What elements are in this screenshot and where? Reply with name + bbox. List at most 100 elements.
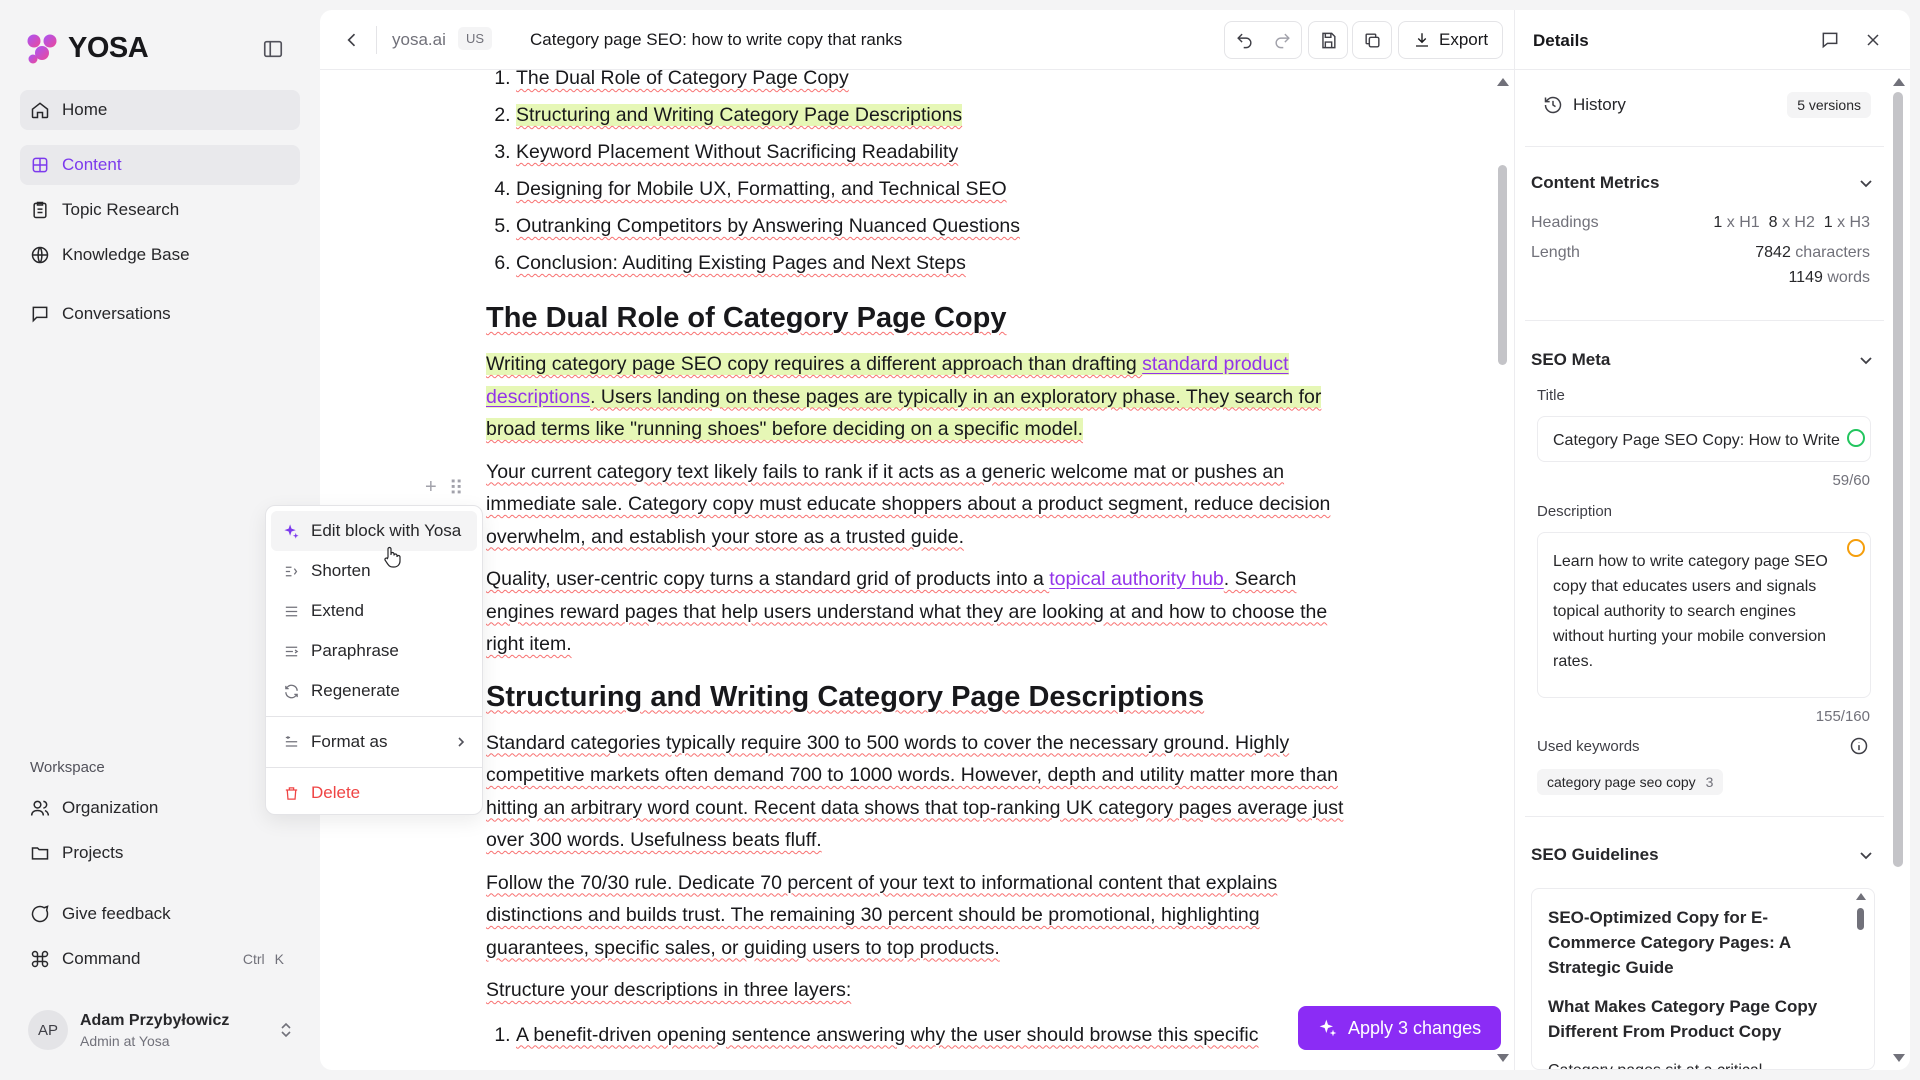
paragraph[interactable]: Quality, user-centric copy turns a stand…: [486, 563, 1346, 661]
undo-icon: [1236, 33, 1251, 48]
headings-label: Headings: [1531, 214, 1599, 231]
nav-label: Organization: [62, 798, 159, 817]
menu-item-extend[interactable]: Extend: [271, 591, 477, 631]
scroll-down-arrow[interactable]: [1497, 1054, 1509, 1062]
toc-item[interactable]: Keyword Placement Without Sacrificing Re…: [516, 134, 1346, 171]
nav-label: Give feedback: [62, 904, 171, 923]
guidelines-scrollbar-thumb[interactable]: [1857, 908, 1864, 930]
paragraph-highlighted[interactable]: Writing category page SEO copy requires …: [486, 348, 1346, 446]
back-button[interactable]: [342, 30, 362, 50]
menu-item-shorten[interactable]: Shorten: [271, 551, 477, 591]
nav-label: Home: [62, 100, 108, 119]
details-scroll-up-arrow[interactable]: [1893, 78, 1905, 86]
save-group: [1308, 21, 1348, 59]
scroll-up-arrow[interactable]: [1497, 78, 1509, 86]
clipboard-icon: [33, 201, 47, 219]
history-row[interactable]: History 5 versions: [1529, 83, 1881, 127]
h2-count: 8: [1768, 214, 1778, 231]
paragraph[interactable]: Standard categories typically require 30…: [486, 727, 1346, 857]
nav-item-knowledge-base[interactable]: Knowledge Base: [20, 235, 300, 275]
brand-logo[interactable]: YOSA: [26, 32, 149, 65]
keyword-chip[interactable]: category page seo copy 3: [1537, 769, 1724, 795]
redo-button[interactable]: [1263, 22, 1301, 58]
meta-title-value: Category Page SEO Copy: How to Write: [1553, 432, 1840, 449]
menu-item-label: Shorten: [311, 561, 371, 580]
chevron-down-icon[interactable]: [1859, 176, 1873, 190]
hand-cursor-icon: [384, 546, 401, 568]
meta-description-input[interactable]: Learn how to write category page SEO cop…: [1537, 532, 1871, 698]
workspace-section-label: Workspace: [30, 759, 105, 776]
document-title[interactable]: Category page SEO: how to write copy tha…: [530, 30, 902, 50]
menu-item-format-as[interactable]: Format as: [271, 722, 477, 762]
sidebar-panel-icon: [263, 40, 283, 58]
characters-value: 7842 characters: [1755, 244, 1870, 262]
menu-item-paraphrase[interactable]: Paraphrase: [271, 631, 477, 671]
seo-meta-title[interactable]: SEO Meta: [1531, 350, 1610, 370]
nav-item-organization[interactable]: Organization: [20, 788, 300, 828]
close-details-button[interactable]: [1863, 30, 1883, 50]
nav-item-content[interactable]: Content: [20, 145, 300, 185]
paragraph-text: Quality, user-centric copy turns a stand…: [486, 568, 1050, 590]
seo-guidelines-box[interactable]: SEO-Optimized Copy for E-Commerce Catego…: [1531, 888, 1875, 1070]
details-scrollbar-thumb[interactable]: [1893, 92, 1903, 867]
paragraph[interactable]: Follow the 70/30 rule. Dedicate 70 perce…: [486, 867, 1346, 965]
content-metrics-title[interactable]: Content Metrics: [1531, 173, 1659, 193]
undo-button[interactable]: [1225, 22, 1263, 58]
info-icon[interactable]: [1849, 736, 1869, 756]
words-unit: words: [1827, 269, 1870, 286]
nav-item-conversations[interactable]: Conversations: [20, 294, 300, 334]
site-domain: yosa.ai: [392, 30, 446, 49]
save-button[interactable]: [1309, 22, 1347, 58]
guideline-heading: What Makes Category Page Copy Different …: [1548, 997, 1818, 1041]
keyword-count: 3: [1705, 774, 1714, 790]
paraphrase-icon: [285, 646, 299, 656]
inline-link[interactable]: topical authority hub: [1049, 568, 1224, 590]
editor-scrollbar-thumb[interactable]: [1498, 165, 1507, 365]
seo-guidelines-title[interactable]: SEO Guidelines: [1531, 845, 1659, 865]
paragraph[interactable]: Your current category text likely fails …: [486, 456, 1346, 554]
toc-item[interactable]: The Dual Role of Category Page Copy: [516, 60, 1346, 97]
nav-item-give-feedback[interactable]: Give feedback: [20, 894, 300, 934]
toc-item[interactable]: Designing for Mobile UX, Formatting, and…: [516, 171, 1346, 208]
feedback-icon: [31, 905, 49, 923]
document-body[interactable]: The Dual Role of Category Page Copy Stru…: [486, 60, 1346, 1054]
nav-label: Knowledge Base: [62, 245, 190, 264]
h1-count: 1: [1713, 214, 1723, 231]
list-item[interactable]: A benefit-driven opening sentence answer…: [516, 1017, 1346, 1054]
meta-title-input[interactable]: Category Page SEO Copy: How to Write: [1537, 416, 1871, 462]
paragraph[interactable]: Structure your descriptions in three lay…: [486, 974, 1346, 1007]
comment-icon: [1822, 32, 1838, 49]
menu-item-delete[interactable]: Delete: [271, 773, 477, 813]
length-label: Length: [1531, 244, 1580, 261]
export-button[interactable]: Export: [1398, 21, 1504, 59]
words-value: 1149 words: [1788, 269, 1870, 287]
details-title: Details: [1533, 31, 1589, 50]
menu-divider: [266, 716, 482, 717]
nav-item-command[interactable]: Command Ctrl K: [20, 939, 300, 979]
sidebar-toggle-button[interactable]: [262, 38, 284, 60]
copy-icon: [1364, 32, 1380, 48]
details-scroll-down-arrow[interactable]: [1893, 1054, 1905, 1062]
toc-item[interactable]: Outranking Competitors by Answering Nuan…: [516, 208, 1346, 245]
menu-item-edit-with-yosa[interactable]: Edit block with Yosa: [271, 511, 477, 551]
toc-item[interactable]: Structuring and Writing Category Page De…: [516, 97, 1346, 134]
apply-changes-button[interactable]: Apply 3 changes: [1298, 1006, 1502, 1050]
shortcut-key: K: [274, 951, 284, 967]
divider: [376, 26, 377, 54]
layers-list: A benefit-driven opening sentence answer…: [486, 1017, 1346, 1054]
globe-icon: [31, 246, 49, 264]
comments-button[interactable]: [1820, 30, 1840, 50]
user-menu[interactable]: AP Adam Przybyłowicz Admin at Yosa: [28, 1008, 298, 1052]
menu-item-regenerate[interactable]: Regenerate: [271, 671, 477, 711]
chevron-down-icon[interactable]: [1859, 353, 1873, 367]
guidelines-scroll-up-arrow[interactable]: [1856, 893, 1866, 900]
nav-item-topic-research[interactable]: Topic Research: [20, 190, 300, 230]
user-name: Adam Przybyłowicz: [80, 1011, 230, 1029]
add-block-icon[interactable]: +: [425, 476, 437, 501]
chevron-down-icon[interactable]: [1859, 848, 1873, 862]
copy-button[interactable]: [1353, 22, 1391, 58]
nav-item-home[interactable]: Home: [20, 90, 300, 130]
nav-item-projects[interactable]: Projects: [20, 833, 300, 873]
drag-handle-icon[interactable]: ⠿: [449, 476, 464, 501]
toc-item[interactable]: Conclusion: Auditing Existing Pages and …: [516, 245, 1346, 282]
